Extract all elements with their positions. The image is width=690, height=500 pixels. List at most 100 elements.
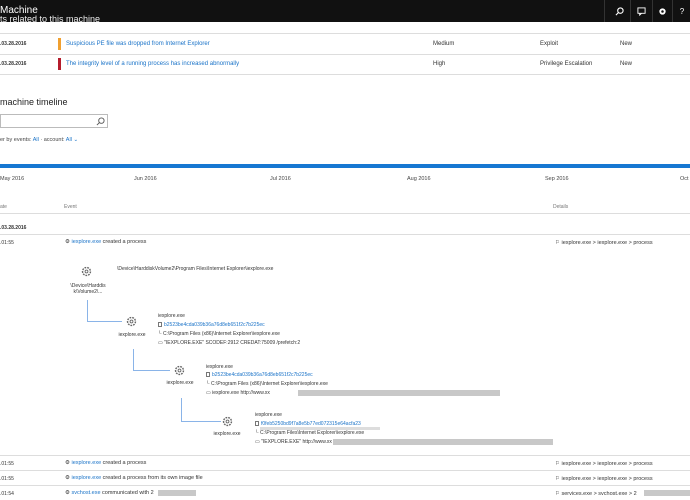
alert-date: .03.28.2016 <box>0 61 27 67</box>
alert-category: Privilege Escalation <box>540 61 593 67</box>
event-details: ⚐ services.exe > svchost.exe > 2 <box>555 491 637 497</box>
gear-icon <box>81 266 92 277</box>
redacted-block <box>158 490 196 496</box>
timeline-month[interactable]: Sep 2016 <box>545 176 569 182</box>
event-time: .01:55 <box>0 461 14 467</box>
redacted-block <box>260 427 380 430</box>
search-input[interactable] <box>0 114 108 128</box>
process-cmd: "IEXPLORE.EXE" http://www.xx <box>261 439 332 445</box>
group-date: .03.28.2016 <box>0 225 27 231</box>
file-icon <box>255 421 259 426</box>
filter-mid: · account: <box>40 137 65 143</box>
search-icon <box>96 117 105 126</box>
event-details-text: iexplore.exe > iexplore.exe > process <box>561 476 653 482</box>
event-time: .01:54 <box>0 491 14 497</box>
event-description[interactable]: ⚙ iexplore.exe created a process from it… <box>65 475 203 481</box>
event-text: created a process from its own image fil… <box>101 475 203 481</box>
chevron-down-icon[interactable]: ⌄ <box>73 137 78 143</box>
process-hash[interactable]: b2523be4cda039b36a76d8eb651f2c7b225ec <box>212 372 313 378</box>
root-path: \Device\HarddiskVolume2\Program Files\In… <box>117 266 274 272</box>
divider <box>0 485 690 486</box>
process-cmd: iexplore.exe http://www.xx <box>212 390 270 396</box>
filter-events-dropdown[interactable]: All <box>33 137 39 143</box>
gear-icon[interactable] <box>174 365 185 376</box>
divider <box>630 0 631 22</box>
process-name: iexplore.exe <box>255 412 282 418</box>
search-icon[interactable] <box>611 3 627 19</box>
timeline-month[interactable]: Jul 2016 <box>270 176 291 182</box>
process-link[interactable]: iexplore.exe <box>71 475 101 481</box>
process-link[interactable]: svchost.exe <box>71 490 100 496</box>
timeline-range-bar[interactable] <box>0 164 690 168</box>
process-path: C:\Program Files (x86)\Internet Explorer… <box>162 331 280 337</box>
alert-row[interactable]: .03.28.2016 The integrity level of a run… <box>0 55 690 73</box>
filter-prefix: er by events: <box>0 137 32 143</box>
filter-account-dropdown[interactable]: All <box>66 137 72 143</box>
process-link[interactable]: iexplore.exe <box>71 239 101 245</box>
event-description[interactable]: ⚙ iexplore.exe created a process <box>65 460 146 466</box>
gear-icon[interactable] <box>654 3 670 19</box>
alerts-heading: ts related to this machine <box>0 14 101 24</box>
process-name: iexplore.exe <box>158 313 185 319</box>
alert-status: New <box>620 41 633 47</box>
event-details-text: iexplore.exe > iexplore.exe > process <box>561 461 653 467</box>
alert-row[interactable]: .03.28.2016 Suspicious PE file was dropp… <box>0 35 690 53</box>
column-header-details[interactable]: Details <box>553 204 568 210</box>
alert-severity: Medium <box>433 41 455 47</box>
gear-icon: ⚙ <box>65 460 70 466</box>
node-label: iexplore.exe <box>166 380 194 386</box>
event-text: created a process <box>101 239 147 245</box>
timeline-month[interactable]: May 2016 <box>0 176 24 182</box>
process-path-line: └ C:\Program Files (x86)\Internet Explor… <box>206 381 328 387</box>
help-icon[interactable]: ? <box>674 3 690 19</box>
event-description[interactable]: ⚙ svchost.exe communicated with 2 <box>65 490 154 496</box>
event-time: .01:55 <box>0 240 14 246</box>
divider <box>0 234 690 235</box>
event-description[interactable]: ⚙ iexplore.exe created a process <box>65 239 146 245</box>
process-cmd-line: ▭ "IEXPLORE.EXE" SCODEF:2912 CREDAT:7500… <box>158 340 300 346</box>
node-label: iexplore.exe <box>213 431 241 437</box>
alert-title-link[interactable]: The integrity level of a running process… <box>66 61 239 67</box>
column-header-date[interactable]: ate <box>0 204 7 210</box>
alert-title-link[interactable]: Suspicious PE file was dropped from Inte… <box>66 41 210 47</box>
process-hash[interactable]: b2523be4cda039b36a76d8eb651f2c7b225ec <box>164 322 265 328</box>
gear-icon[interactable] <box>126 316 137 327</box>
gear-icon: ⚙ <box>65 475 70 481</box>
event-text: communicated with 2 <box>100 490 154 496</box>
tree-connector <box>133 349 170 371</box>
top-bar: Machine ? <box>0 0 690 22</box>
timeline-month[interactable]: Jun 2016 <box>134 176 157 182</box>
redacted-block <box>298 390 500 396</box>
file-icon <box>206 372 210 377</box>
process-path: C:\Program Files\Internet Explorer\iexpl… <box>259 430 365 436</box>
process-hash-link[interactable]: b2523be4cda039b36a76d8eb651f2c7b225ec <box>158 322 265 328</box>
redacted-block <box>333 439 553 445</box>
divider <box>672 0 673 22</box>
timeline-month[interactable]: Aug 2016 <box>407 176 431 182</box>
node-label: iexplore.exe <box>118 332 146 338</box>
process-path: C:\Program Files (x86)\Internet Explorer… <box>210 381 328 387</box>
process-path-line: └ C:\Program Files\Internet Explorer\iex… <box>255 430 364 436</box>
alert-date: .03.28.2016 <box>0 41 27 47</box>
process-name: iexplore.exe <box>206 364 233 370</box>
timeline-filter: er by events: All · account: All ⌄ <box>0 137 78 143</box>
network-icon: ⚙ <box>65 490 70 496</box>
divider <box>0 74 690 75</box>
process-hash-link[interactable]: b2523be4cda039b36a76d8eb651f2c7b225ec <box>206 372 313 378</box>
timeline-month[interactable]: Oct <box>680 176 689 182</box>
divider <box>0 470 690 471</box>
column-header-event[interactable]: Event <box>64 204 77 210</box>
alert-category: Exploit <box>540 41 559 47</box>
process-link[interactable]: iexplore.exe <box>71 460 101 466</box>
process-cmd-line: ▭ "IEXPLORE.EXE" http://www.xx <box>255 439 332 445</box>
gear-icon[interactable] <box>222 416 233 427</box>
divider <box>0 33 690 34</box>
divider <box>652 0 653 22</box>
feedback-icon[interactable] <box>633 3 649 19</box>
severity-bar <box>58 58 61 70</box>
process-path-line: └ C:\Program Files (x86)\Internet Explor… <box>158 331 280 337</box>
divider <box>0 213 690 214</box>
divider <box>604 0 605 22</box>
event-details-text: services.exe > svchost.exe > 2 <box>561 491 637 497</box>
severity-bar <box>58 38 61 50</box>
